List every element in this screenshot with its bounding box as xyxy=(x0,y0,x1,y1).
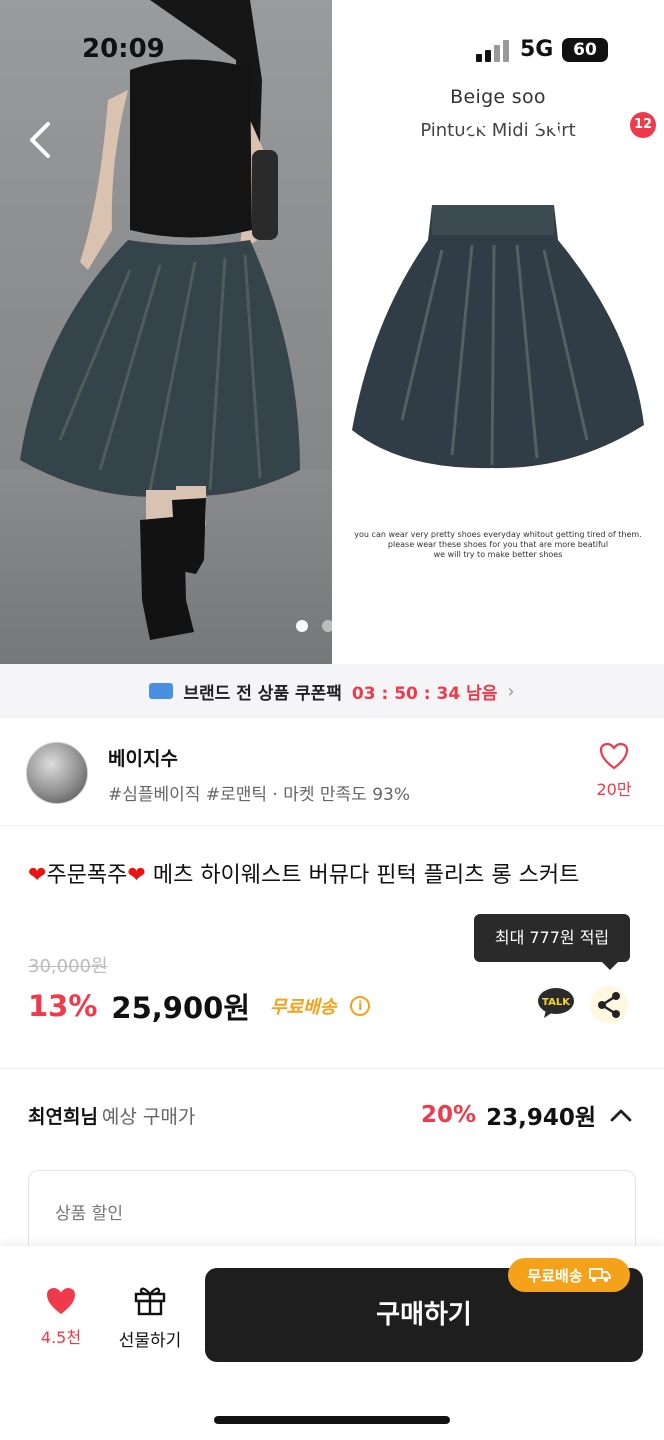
price-row: 13% 25,900원 무료배송 i xyxy=(28,984,371,1028)
user-name: 최연희님 xyxy=(28,1106,98,1128)
chevron-up-icon[interactable] xyxy=(606,1100,636,1130)
share-icon xyxy=(598,992,620,1018)
back-arrow-icon[interactable] xyxy=(22,120,62,160)
product-page: Beige soo Pintuck Midi Skirt you can wea… xyxy=(0,0,664,1440)
title-prefix: 주문폭주 xyxy=(46,863,128,888)
points-tooltip: 최대 777원 적립 xyxy=(474,914,630,970)
battery-icon: 60 xyxy=(562,38,608,62)
title-text: 메츠 하이웨스트 버뮤다 핀턱 플리츠 롱 스커트 xyxy=(152,863,580,888)
truck-icon xyxy=(588,1268,611,1282)
chevron-right-icon: › xyxy=(507,680,515,702)
seller-tags: #심플베이직 #로맨틱 · 마켓 만족도 93% xyxy=(108,785,411,805)
cart-button[interactable]: 12 xyxy=(600,112,656,160)
sale-price: 25,900원 xyxy=(111,991,251,1025)
like-button[interactable]: 4.5천 xyxy=(26,1286,96,1348)
gift-button[interactable]: 선물하기 xyxy=(110,1284,190,1351)
small-caption-line: we will try to make better shoes xyxy=(433,550,563,559)
red-heart-icon: ❤ xyxy=(28,863,47,888)
signal-icon xyxy=(476,40,509,62)
original-price: 30,000원 xyxy=(28,956,108,977)
coupon-timer: 03 : 50 : 34 남음 xyxy=(351,683,498,704)
free-shipping-badge: 무료배송 xyxy=(508,1258,630,1292)
talk-label: TALK xyxy=(542,997,571,1008)
top-nav-icons: 12 xyxy=(456,112,656,164)
expected-discount: 20% xyxy=(421,1102,477,1128)
home-icon[interactable] xyxy=(456,118,498,160)
discount-box-header: 상품 할인 xyxy=(55,1204,123,1224)
seller-section[interactable]: 베이지수 #심플베이직 #로맨틱 · 마켓 만족도 93% 20만 xyxy=(0,718,664,826)
free-shipping-badge-label: 무료배송 xyxy=(527,1266,583,1285)
gift-label: 선물하기 xyxy=(118,1331,182,1351)
coupon-icon xyxy=(149,683,174,699)
coupon-banner[interactable]: 브랜드 전 상품 쿠폰팩 03 : 50 : 34 남음 › xyxy=(0,664,664,718)
small-caption-line: please wear these shoes for you that are… xyxy=(387,540,609,549)
cart-count-badge: 12 xyxy=(630,112,656,138)
image-small-caption: you can wear very pretty shoes everyday … xyxy=(332,530,664,560)
search-icon[interactable] xyxy=(528,118,570,160)
small-caption-line: you can wear very pretty shoes everyday … xyxy=(354,530,642,539)
red-heart-icon: ❤ xyxy=(127,863,146,888)
coupon-label: 브랜드 전 상품 쿠폰팩 xyxy=(183,683,342,704)
seller-name[interactable]: 베이지수 xyxy=(108,744,178,771)
carousel-dot xyxy=(322,620,334,632)
seller-like-count: 20만 xyxy=(596,780,632,799)
share-button[interactable] xyxy=(590,986,628,1024)
network-type: 5G xyxy=(520,37,554,62)
carousel-dot-active xyxy=(296,620,308,632)
expected-price-row[interactable]: 최연희님 예상 구매가 20% 23,940원 xyxy=(28,1102,636,1136)
expected-price-values: 20% 23,940원 xyxy=(421,1098,636,1132)
status-bar: 20:09 5G 60 xyxy=(0,0,664,100)
free-shipping-label: 무료배송 xyxy=(270,997,337,1018)
product-title: ❤주문폭주❤ 메츠 하이웨스트 버뮤다 핀턱 플리츠 롱 스커트 xyxy=(28,860,628,892)
seller-avatar[interactable] xyxy=(26,742,88,804)
carousel-dots xyxy=(296,620,334,632)
discount-rate: 13% xyxy=(28,989,98,1023)
seller-like-button[interactable]: 20만 xyxy=(592,742,636,800)
expected-price: 23,940원 xyxy=(486,1105,596,1131)
info-icon[interactable]: i xyxy=(350,996,371,1016)
like-count: 4.5천 xyxy=(40,1328,82,1347)
kakao-talk-icon[interactable]: TALK xyxy=(536,986,576,1020)
gift-icon xyxy=(134,1287,166,1316)
heart-filled-icon xyxy=(47,1288,75,1314)
heart-outline-icon xyxy=(599,742,629,770)
home-indicator xyxy=(214,1416,450,1424)
expected-price-label: 예상 구매가 xyxy=(101,1106,196,1128)
status-time: 20:09 xyxy=(82,34,165,64)
bottom-action-bar: 4.5천 선물하기 구매하기 무료배송 xyxy=(0,1246,664,1440)
section-divider xyxy=(0,1068,664,1069)
